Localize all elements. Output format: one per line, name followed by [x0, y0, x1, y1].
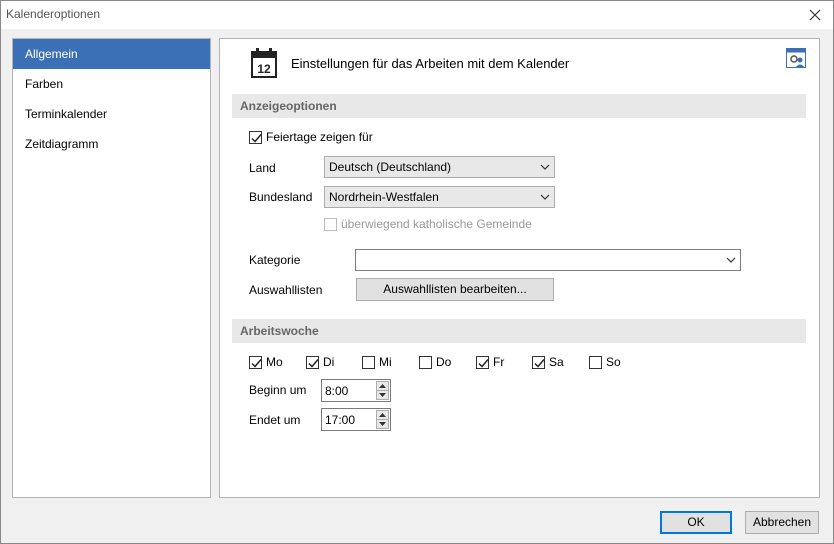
land-value: Deutsch (Deutschland): [329, 160, 452, 174]
triangle-up-icon: [379, 413, 386, 417]
sidebar-item-zeitdiagramm[interactable]: Zeitdiagramm: [13, 129, 210, 159]
check-icon: [251, 133, 262, 143]
day-checkbox-box[interactable]: [419, 355, 432, 369]
end-time-value[interactable]: 17:00: [325, 413, 355, 427]
catholic-checkbox[interactable]: überwiegend katholische Gemeinde: [324, 217, 532, 231]
calendar-icon-number: 12: [257, 62, 271, 76]
bundesland-select[interactable]: Nordrhein-Westfalen: [324, 186, 555, 208]
page-title: Einstellungen für das Arbeiten mit dem K…: [291, 56, 570, 71]
day-checkbox-di[interactable]: Di: [306, 355, 334, 369]
day-checkbox-mi[interactable]: Mi: [362, 355, 392, 369]
close-button[interactable]: [803, 3, 827, 27]
bundesland-value: Nordrhein-Westfalen: [329, 190, 439, 204]
spin-down-button[interactable]: [376, 390, 389, 400]
chevron-down-icon: [540, 164, 550, 170]
day-checkbox-sa[interactable]: Sa: [532, 355, 564, 369]
day-label: So: [606, 355, 621, 369]
day-checkbox-box[interactable]: [362, 355, 375, 369]
sidebar-item-terminkalender[interactable]: Terminkalender: [13, 99, 210, 129]
user-settings-icon[interactable]: [786, 48, 806, 68]
calendar-icon: 12: [251, 48, 277, 78]
window-title: Kalenderoptionen: [6, 7, 101, 21]
sidebar-item-farben[interactable]: Farben: [13, 69, 210, 99]
catholic-label: überwiegend katholische Gemeinde: [341, 217, 532, 231]
close-icon: [809, 9, 821, 21]
day-checkbox-box[interactable]: [532, 355, 545, 369]
kategorie-label: Kategorie: [249, 253, 301, 267]
day-checkbox-box[interactable]: [249, 355, 262, 369]
day-checkbox-box[interactable]: [589, 355, 602, 369]
check-icon: [251, 358, 262, 368]
check-icon: [478, 358, 489, 368]
ok-button[interactable]: OK: [660, 511, 732, 534]
edit-auswahllisten-button[interactable]: Auswahllisten bearbeiten...: [356, 278, 554, 301]
sidebar: Allgemein Farben Terminkalender Zeitdiag…: [12, 38, 211, 498]
title-bar: Kalenderoptionen: [1, 1, 833, 29]
triangle-up-icon: [379, 384, 386, 388]
begin-label: Beginn um: [249, 383, 307, 397]
day-label: Sa: [549, 355, 564, 369]
triangle-down-icon: [379, 393, 386, 397]
day-label: Do: [436, 355, 452, 369]
end-label: Endet um: [249, 413, 301, 427]
land-select[interactable]: Deutsch (Deutschland): [324, 156, 555, 178]
spin-down-button[interactable]: [376, 419, 389, 429]
day-checkbox-so[interactable]: So: [589, 355, 621, 369]
holidays-label: Feiertage zeigen für: [266, 130, 373, 144]
land-label: Land: [249, 161, 276, 175]
day-checkbox-mo[interactable]: Mo: [249, 355, 283, 369]
kategorie-select[interactable]: [355, 249, 741, 271]
holidays-checkbox[interactable]: Feiertage zeigen für: [249, 130, 373, 144]
sidebar-item-allgemein[interactable]: Allgemein: [13, 39, 210, 69]
cancel-button[interactable]: Abbrechen: [745, 511, 819, 534]
day-label: Fr: [493, 355, 505, 369]
end-time-spinner[interactable]: 17:00: [321, 408, 391, 431]
day-checkbox-box[interactable]: [306, 355, 319, 369]
chevron-down-icon: [540, 194, 550, 200]
triangle-down-icon: [379, 422, 386, 426]
day-checkbox-fr[interactable]: Fr: [476, 355, 504, 369]
day-label: Mo: [266, 355, 283, 369]
begin-time-spinner[interactable]: 8:00: [321, 379, 391, 402]
section-arbeitswoche: Arbeitswoche: [232, 319, 806, 343]
catholic-checkbox-box[interactable]: [324, 217, 337, 231]
day-label: Mi: [379, 355, 392, 369]
content-panel: 12 Einstellungen für das Arbeiten mit de…: [219, 38, 820, 498]
check-icon: [308, 358, 319, 368]
holidays-checkbox-box[interactable]: [249, 130, 262, 144]
chevron-down-icon: [726, 257, 736, 263]
section-anzeigeoptionen: Anzeigeoptionen: [232, 94, 806, 118]
check-icon: [534, 358, 545, 368]
options-dialog: Kalenderoptionen Allgemein Farben Termin…: [0, 0, 834, 544]
day-label: Di: [323, 355, 335, 369]
begin-time-value[interactable]: 8:00: [325, 384, 348, 398]
auswahllisten-label: Auswahllisten: [249, 283, 323, 297]
bundesland-label: Bundesland: [249, 190, 313, 204]
day-checkbox-do[interactable]: Do: [419, 355, 451, 369]
day-checkbox-box[interactable]: [476, 355, 489, 369]
